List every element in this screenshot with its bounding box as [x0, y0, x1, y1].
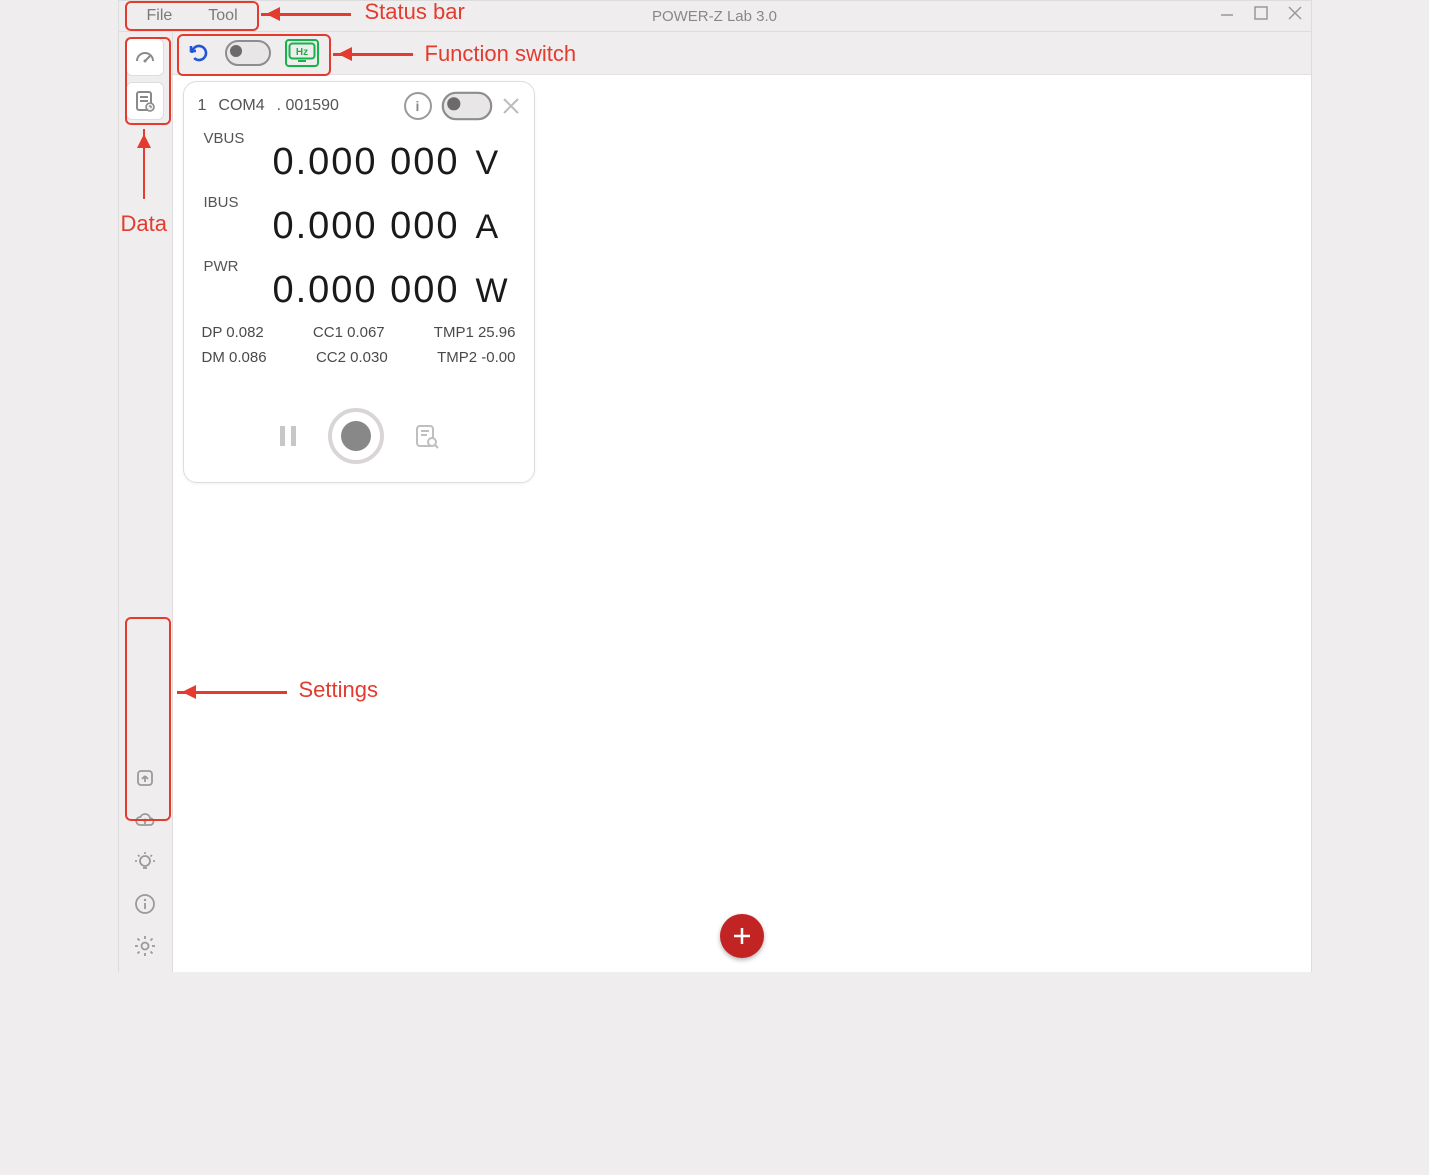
- minimize-icon[interactable]: [1217, 3, 1237, 23]
- annotation-arrow: [333, 53, 413, 56]
- svg-text:Hz: Hz: [295, 47, 307, 58]
- device-serial: . 001590: [277, 97, 339, 115]
- sidebar-settings-button[interactable]: [127, 928, 163, 964]
- reading-unit: V: [476, 144, 512, 183]
- close-icon[interactable]: [1285, 3, 1305, 23]
- refresh-icon: [187, 41, 211, 65]
- global-toggle[interactable]: [225, 40, 271, 66]
- window-controls: [1217, 3, 1305, 23]
- annotation-label-funcswitch: Function switch: [425, 41, 577, 67]
- annotation-arrow: [143, 129, 146, 199]
- device-card: 1 COM4 . 001590 i VBUS 0.000 000: [183, 81, 535, 483]
- reading-pwr: PWR 0.000 000 W: [184, 248, 534, 312]
- menu-bar: File Tool: [119, 4, 256, 28]
- sidebar-bottom-group: [119, 760, 172, 964]
- device-card-header: 1 COM4 . 001590 i: [184, 82, 534, 120]
- title-bar: File Tool POWER-Z Lab 3.0: [119, 1, 1311, 32]
- device-close-button[interactable]: [502, 97, 520, 115]
- aux-row-2: DM 0.086 CC2 0.030 TMP2 -0.00: [184, 345, 534, 370]
- pause-button[interactable]: [278, 424, 298, 448]
- reading-unit: A: [476, 208, 512, 247]
- reading-unit: W: [476, 272, 512, 311]
- sidebar-log-button[interactable]: [126, 82, 164, 120]
- info-icon: [133, 892, 157, 916]
- device-card-footer: [184, 408, 534, 464]
- sidebar-chip-button[interactable]: [127, 760, 163, 796]
- doc-clock-icon: [133, 89, 157, 113]
- pause-icon: [278, 424, 298, 448]
- bulb-icon: [133, 850, 157, 874]
- log-search-button[interactable]: [414, 423, 440, 449]
- reading-ibus: IBUS 0.000 000 A: [184, 184, 534, 248]
- aux-dm: DM 0.086: [202, 349, 267, 366]
- annotation-label-settings: Settings: [299, 677, 379, 703]
- annotation-label-statusbar: Status bar: [365, 0, 465, 25]
- reading-value: 0.000 000: [272, 205, 459, 248]
- add-device-button[interactable]: [720, 914, 764, 958]
- aux-dp: DP 0.082: [202, 324, 264, 341]
- cloud-upload-icon: [133, 808, 157, 832]
- record-icon: [341, 421, 371, 451]
- sidebar-bulb-button[interactable]: [127, 844, 163, 880]
- main-area: Hz 1 COM4 . 001590 i: [173, 32, 1311, 972]
- sidebar-cloud-button[interactable]: [127, 802, 163, 838]
- device-info-button[interactable]: i: [404, 92, 432, 120]
- chip-upload-icon: [133, 766, 157, 790]
- menu-tool[interactable]: Tool: [190, 4, 255, 28]
- maximize-icon[interactable]: [1251, 3, 1271, 23]
- device-toggle[interactable]: [441, 92, 492, 121]
- hz-button[interactable]: Hz: [285, 39, 319, 67]
- device-port: COM4: [218, 97, 264, 115]
- toggle-knob: [230, 45, 242, 57]
- window-title: POWER-Z Lab 3.0: [652, 8, 777, 25]
- reading-value: 0.000 000: [272, 269, 459, 312]
- hz-monitor-icon: Hz: [288, 42, 316, 64]
- reading-vbus: VBUS 0.000 000 V: [184, 120, 534, 184]
- toggle-knob: [447, 97, 460, 110]
- reading-value: 0.000 000: [272, 141, 459, 184]
- sidebar-info-button[interactable]: [127, 886, 163, 922]
- aux-cc2: CC2 0.030: [316, 349, 388, 366]
- gear-icon: [133, 934, 157, 958]
- app-window: File Tool POWER-Z Lab 3.0: [118, 0, 1312, 972]
- record-button[interactable]: [328, 408, 384, 464]
- aux-tmp2: TMP2 -0.00: [437, 349, 515, 366]
- annotation-arrow: [177, 691, 287, 694]
- aux-tmp1: TMP1 25.96: [434, 324, 516, 341]
- sidebar-dashboard-button[interactable]: [126, 38, 164, 76]
- plus-icon: [730, 924, 754, 948]
- menu-file[interactable]: File: [129, 4, 191, 28]
- sidebar-top-group: [119, 38, 172, 120]
- annotation-arrow: [261, 13, 351, 16]
- device-index: 1: [198, 97, 207, 115]
- content-area: 1 COM4 . 001590 i VBUS 0.000 000: [173, 75, 1311, 972]
- aux-row-1: DP 0.082 CC1 0.067 TMP1 25.96: [184, 320, 534, 345]
- sidebar: [119, 32, 173, 972]
- doc-search-icon: [414, 423, 440, 449]
- body-row: Hz 1 COM4 . 001590 i: [119, 32, 1311, 972]
- aux-cc1: CC1 0.067: [313, 324, 385, 341]
- annotation-label-data: Data: [121, 211, 167, 237]
- gauge-icon: [133, 45, 157, 69]
- refresh-button[interactable]: [187, 41, 211, 65]
- close-icon: [502, 97, 520, 115]
